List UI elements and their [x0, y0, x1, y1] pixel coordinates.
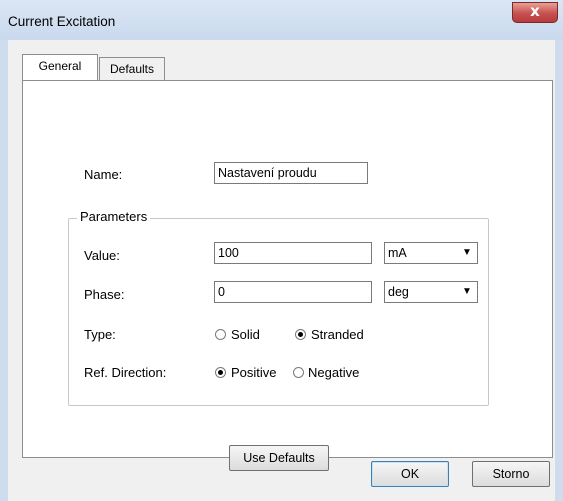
ref-direction-negative-label[interactable]: Negative — [308, 365, 359, 380]
dialog-client-area: General Defaults Name: Nastavení proudu … — [8, 40, 555, 501]
ref-direction-label: Ref. Direction: — [84, 365, 167, 380]
title-bar[interactable]: Current Excitation x — [0, 0, 563, 40]
cancel-button[interactable]: Storno — [472, 461, 550, 487]
tab-defaults[interactable]: Defaults — [99, 57, 165, 81]
type-label: Type: — [84, 327, 116, 342]
ref-direction-negative-radio[interactable] — [293, 367, 304, 378]
value-unit-select[interactable]: mA ▼ — [384, 242, 478, 264]
phase-input[interactable]: 0 — [214, 281, 372, 303]
type-stranded-label[interactable]: Stranded — [311, 327, 364, 342]
close-button[interactable]: x — [512, 2, 558, 23]
type-solid-radio[interactable] — [215, 329, 226, 340]
name-input[interactable]: Nastavení proudu — [214, 162, 368, 184]
value-label: Value: — [84, 248, 120, 263]
tab-defaults-label: Defaults — [109, 62, 155, 76]
window-title: Current Excitation — [8, 14, 116, 29]
dialog-window: Current Excitation x General Defaults Na… — [0, 0, 563, 501]
ok-button[interactable]: OK — [371, 461, 449, 487]
parameters-group-title: Parameters — [77, 209, 151, 224]
phase-unit-selected: deg — [388, 285, 409, 299]
general-tab-panel: Name: Nastavení proudu Parameters Value:… — [22, 80, 553, 471]
use-defaults-button[interactable]: Use Defaults — [229, 445, 329, 471]
chevron-down-icon[interactable]: ▼ — [459, 245, 475, 261]
close-icon: x — [530, 2, 540, 20]
type-solid-label[interactable]: Solid — [231, 327, 260, 342]
window-frame-right — [555, 40, 563, 501]
phase-label: Phase: — [84, 287, 125, 302]
ref-direction-positive-label[interactable]: Positive — [231, 365, 277, 380]
value-input[interactable]: 100 — [214, 242, 372, 264]
value-unit-selected: mA — [388, 246, 407, 260]
tab-general-label: General — [38, 59, 82, 73]
ref-direction-positive-radio[interactable] — [215, 367, 226, 378]
tab-general[interactable]: General — [22, 54, 98, 80]
window-frame-left — [0, 40, 8, 501]
name-label: Name: — [84, 167, 123, 182]
phase-unit-select[interactable]: deg ▼ — [384, 281, 478, 303]
chevron-down-icon[interactable]: ▼ — [459, 284, 475, 300]
type-stranded-radio[interactable] — [295, 329, 306, 340]
